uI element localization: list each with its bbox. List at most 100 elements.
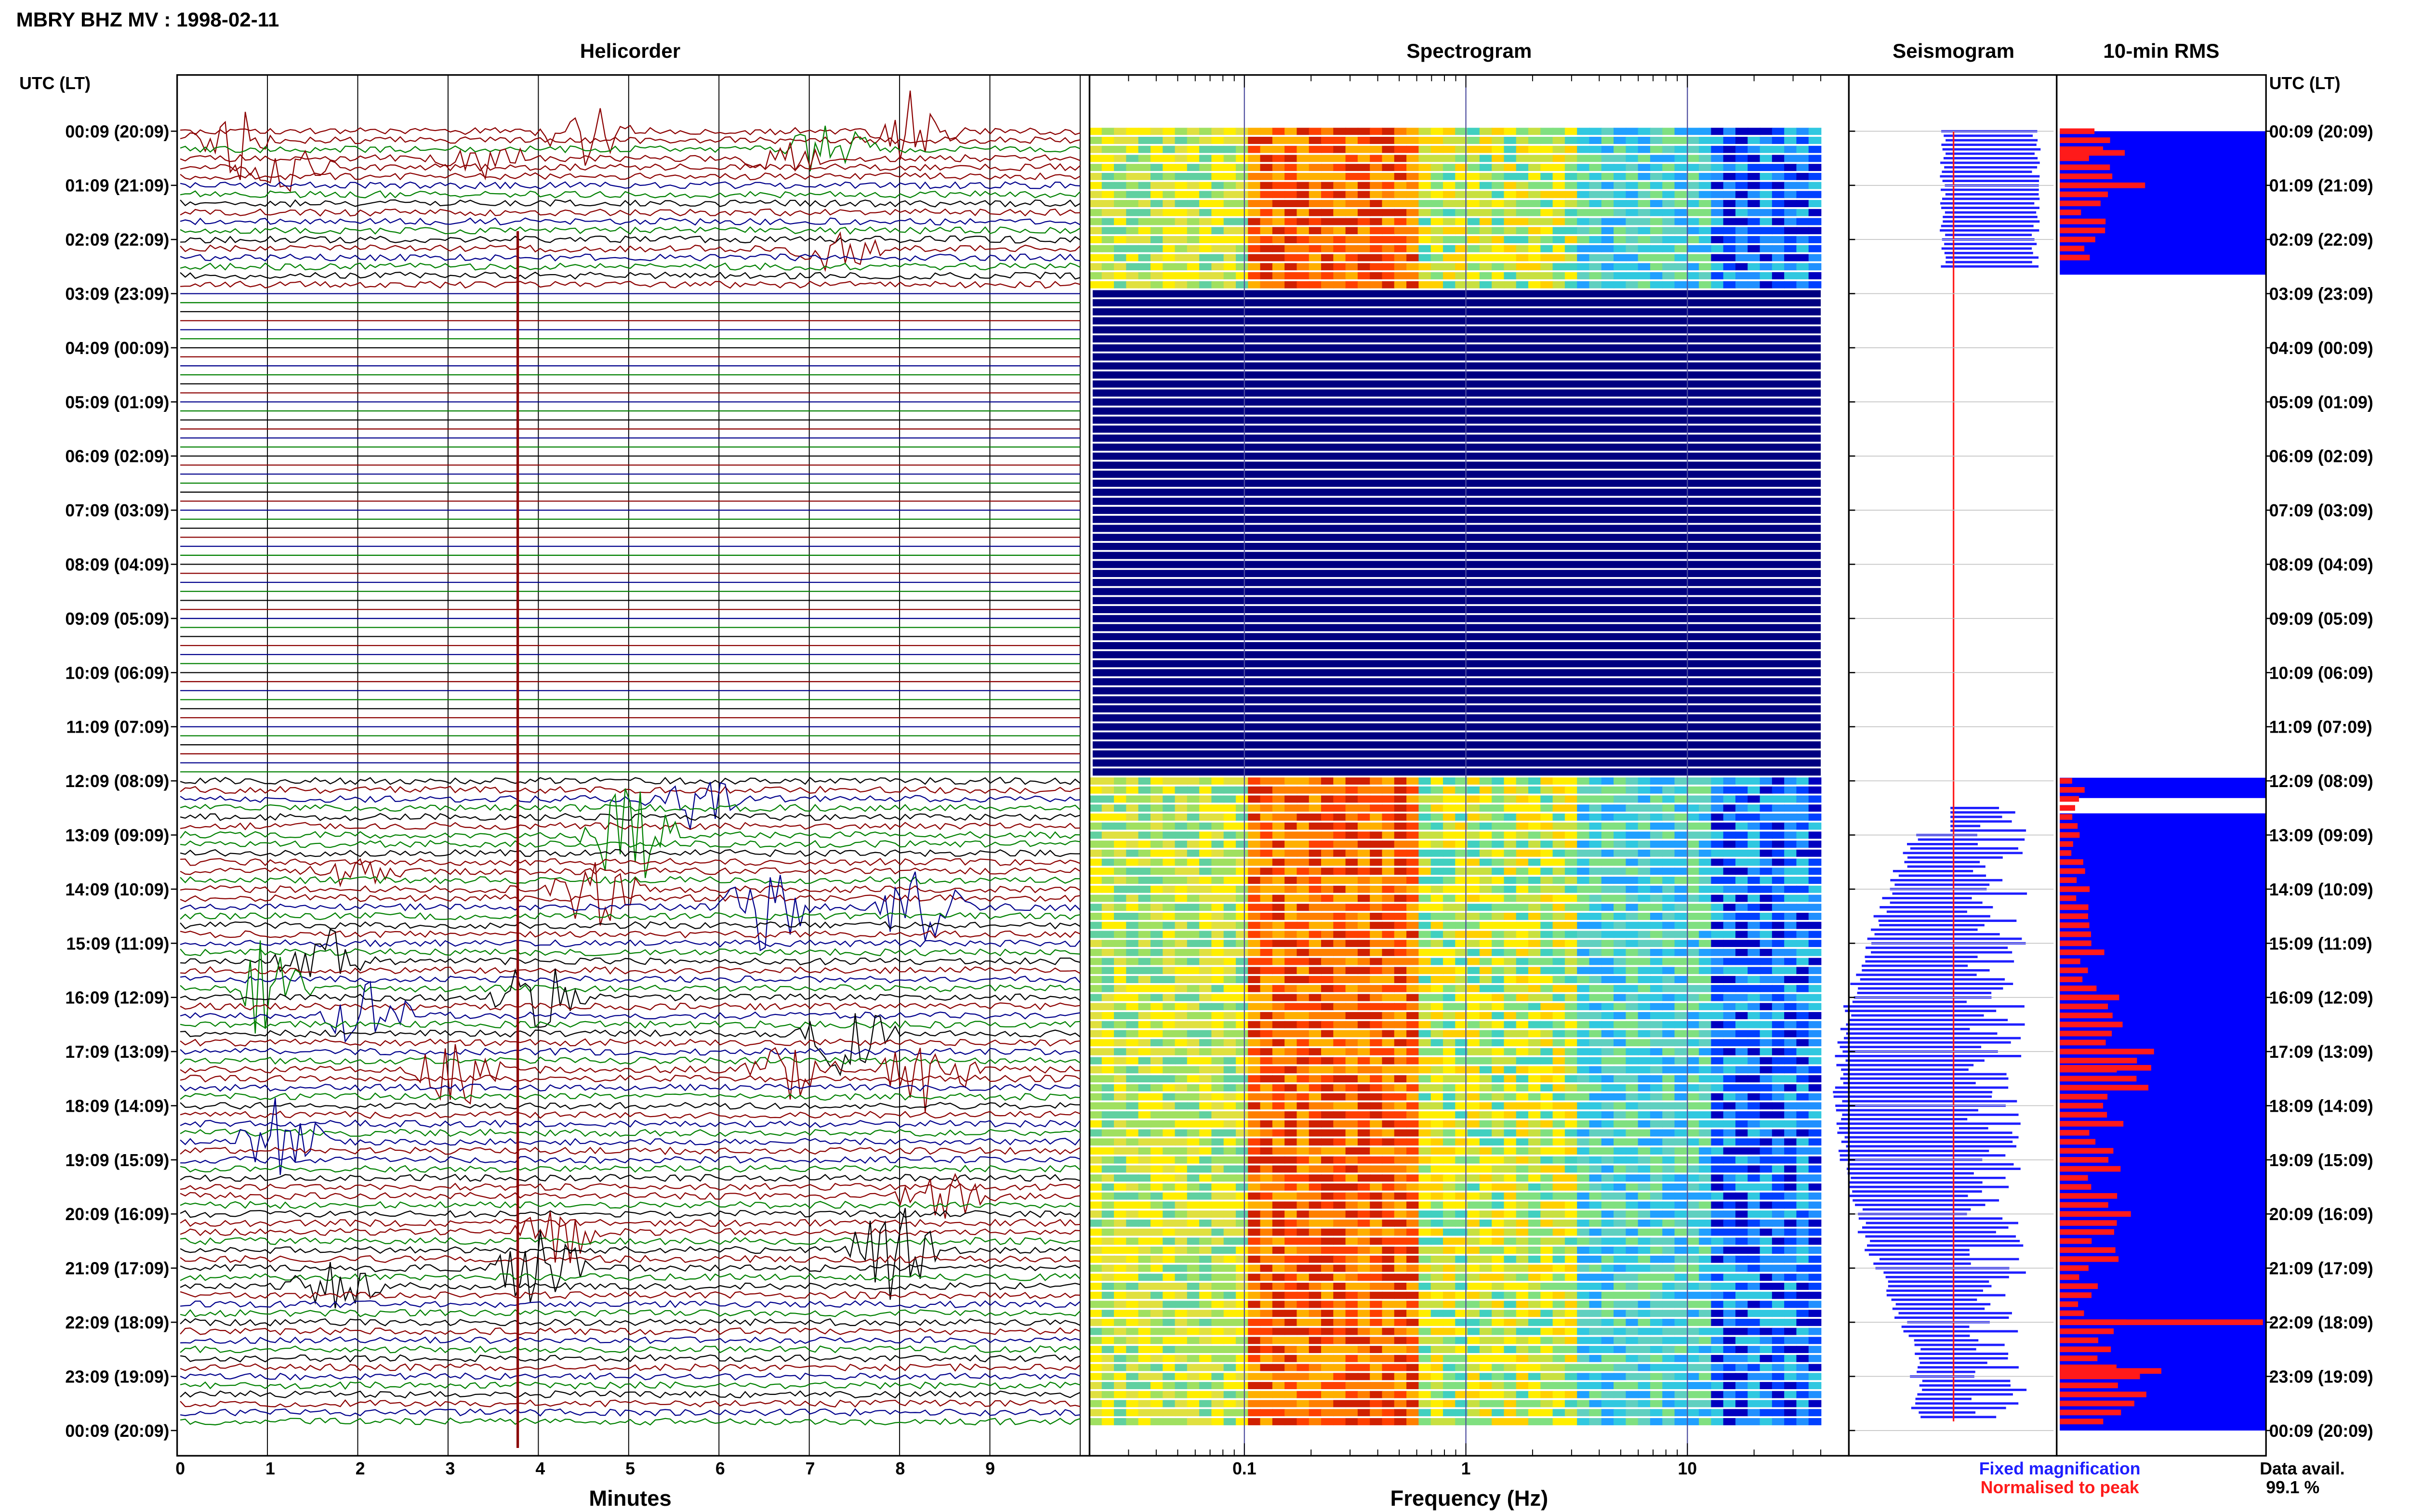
spectrogram-cell: [1492, 994, 1505, 1001]
spectrogram-cell: [1686, 155, 1700, 162]
spectrogram-cell: [1089, 1066, 1103, 1074]
spectrogram-cell: [1345, 1120, 1359, 1128]
spectrogram-cell: [1187, 1057, 1200, 1065]
spectrogram-cell: [1297, 218, 1310, 225]
spectrogram-cell: [1418, 200, 1431, 208]
spectrogram-cell: [1479, 1012, 1493, 1019]
spectrogram-cell: [1662, 145, 1675, 153]
spectrogram-cell: [1808, 1147, 1822, 1155]
spectrogram-cell: [1126, 931, 1139, 938]
spectrogram-cell: [1662, 976, 1675, 984]
spectrogram-cell: [1796, 1084, 1810, 1091]
spectrogram-cell: [1163, 931, 1176, 938]
spectrogram-cell: [1552, 841, 1566, 848]
spectrogram-cell: [1187, 912, 1200, 920]
spectrogram-cell: [1443, 931, 1456, 938]
spectrogram-cell: [1479, 281, 1493, 289]
spectrogram-cell: [1333, 263, 1346, 271]
spectrogram-cell: [1467, 1021, 1481, 1028]
spectrogram-cell: [1796, 1237, 1810, 1245]
spectrogram-cell: [1808, 1156, 1822, 1164]
spectrogram-cell: [1760, 931, 1773, 938]
spectrogram-cell: [1467, 777, 1481, 785]
spectrogram-cell: [1601, 1138, 1615, 1146]
spectrogram-cell: [1479, 1138, 1493, 1146]
spectrogram-cell: [1772, 200, 1785, 208]
spectrogram-cell: [1735, 894, 1748, 902]
spectrogram-cell: [1126, 841, 1139, 848]
spectrogram-cell: [1260, 1264, 1273, 1272]
spectrogram-cell: [1248, 795, 1261, 803]
spectrogram-cell: [1589, 1291, 1602, 1299]
spectrogram-cell: [1504, 1237, 1517, 1245]
spectrogram-cell: [1284, 877, 1297, 884]
spectrogram-cell: [1333, 227, 1346, 235]
spectrogram-cell: [1394, 1219, 1407, 1227]
spectrogram-cell: [1626, 1012, 1639, 1019]
spectrogram-cell: [1150, 1084, 1164, 1091]
spectrogram-cell: [1492, 1192, 1505, 1200]
spectrogram-cell: [1126, 218, 1139, 225]
spectrogram-cell: [1382, 985, 1395, 992]
spectrogram-cell: [1528, 218, 1541, 225]
spectrogram-cell: [1138, 858, 1152, 866]
spectrogram-cell: [1248, 940, 1261, 947]
spectrogram-cell: [1540, 940, 1553, 947]
spectrogram-cell: [1284, 164, 1297, 171]
spectrogram-cell: [1723, 858, 1736, 866]
helicorder-trace: [180, 172, 1081, 181]
spectrogram-cell: [1406, 831, 1419, 839]
spectrogram-cell: [1504, 1318, 1517, 1326]
spectrogram-cell: [1674, 1120, 1688, 1128]
spectrogram-cell: [1808, 877, 1822, 884]
spectrogram-cell: [1796, 209, 1810, 216]
spectrogram-cell: [1552, 948, 1566, 956]
spectrogram-cell: [1699, 1102, 1712, 1110]
spectrogram-cell: [1443, 994, 1456, 1001]
spectrogram-cell: [1650, 1003, 1663, 1011]
spectrogram-cell: [1772, 885, 1785, 893]
spectrogram-cell: [1467, 209, 1481, 216]
spectrogram-cell: [1406, 1264, 1419, 1272]
spectrogram-cell: [1443, 155, 1456, 162]
spectrogram-cell: [1199, 209, 1212, 216]
spectrogram-cell: [1321, 1174, 1334, 1182]
spectrogram-cell: [1552, 1156, 1566, 1164]
spectrogram-cell: [1589, 921, 1602, 929]
spectrogram-cell: [1175, 1075, 1188, 1083]
spectrogram-cell: [1175, 272, 1188, 279]
spectrogram-cell: [1479, 1129, 1493, 1137]
spectrogram-cell: [1516, 1003, 1529, 1011]
spectrogram-cell: [1492, 877, 1505, 884]
spectrogram-cell: [1089, 868, 1103, 875]
spectrogram-cell: [1564, 858, 1578, 866]
spectrogram-cell: [1223, 1111, 1237, 1119]
spectrogram-cell: [1601, 985, 1615, 992]
spectrogram-cell: [1199, 948, 1212, 956]
spectrogram-cell: [1735, 245, 1748, 252]
spectrogram-cell: [1418, 841, 1431, 848]
spectrogram-cell: [1662, 985, 1675, 992]
spectrogram-cell: [1650, 182, 1663, 189]
spectrogram-cell: [1430, 1147, 1444, 1155]
spectrogram-cell: [1626, 1120, 1639, 1128]
spectrogram-cell: [1577, 155, 1590, 162]
spectrogram-cell: [1382, 1066, 1395, 1074]
spectrogram-cell: [1297, 1301, 1310, 1308]
spectrogram-cell: [1723, 1228, 1736, 1236]
spectrogram-cell: [1796, 1039, 1810, 1047]
spectrogram-cell: [1248, 822, 1261, 830]
spectrogram-cell: [1784, 904, 1797, 911]
spectrogram-cell: [1711, 191, 1724, 198]
spectrogram-cell: [1601, 777, 1615, 785]
spectrogram-cell: [1406, 1021, 1419, 1028]
spectrogram-cell: [1163, 904, 1176, 911]
spectrogram-row-nodata: [1092, 353, 1821, 361]
spectrogram-cell: [1711, 1291, 1724, 1299]
spectrogram-cell: [1333, 994, 1346, 1001]
spectrogram-cell: [1260, 1183, 1273, 1191]
spectrogram-cell: [1175, 1003, 1188, 1011]
spectrogram-cell: [1345, 1039, 1359, 1047]
spectrogram-cell: [1686, 985, 1700, 992]
spectrogram-cell: [1089, 191, 1103, 198]
